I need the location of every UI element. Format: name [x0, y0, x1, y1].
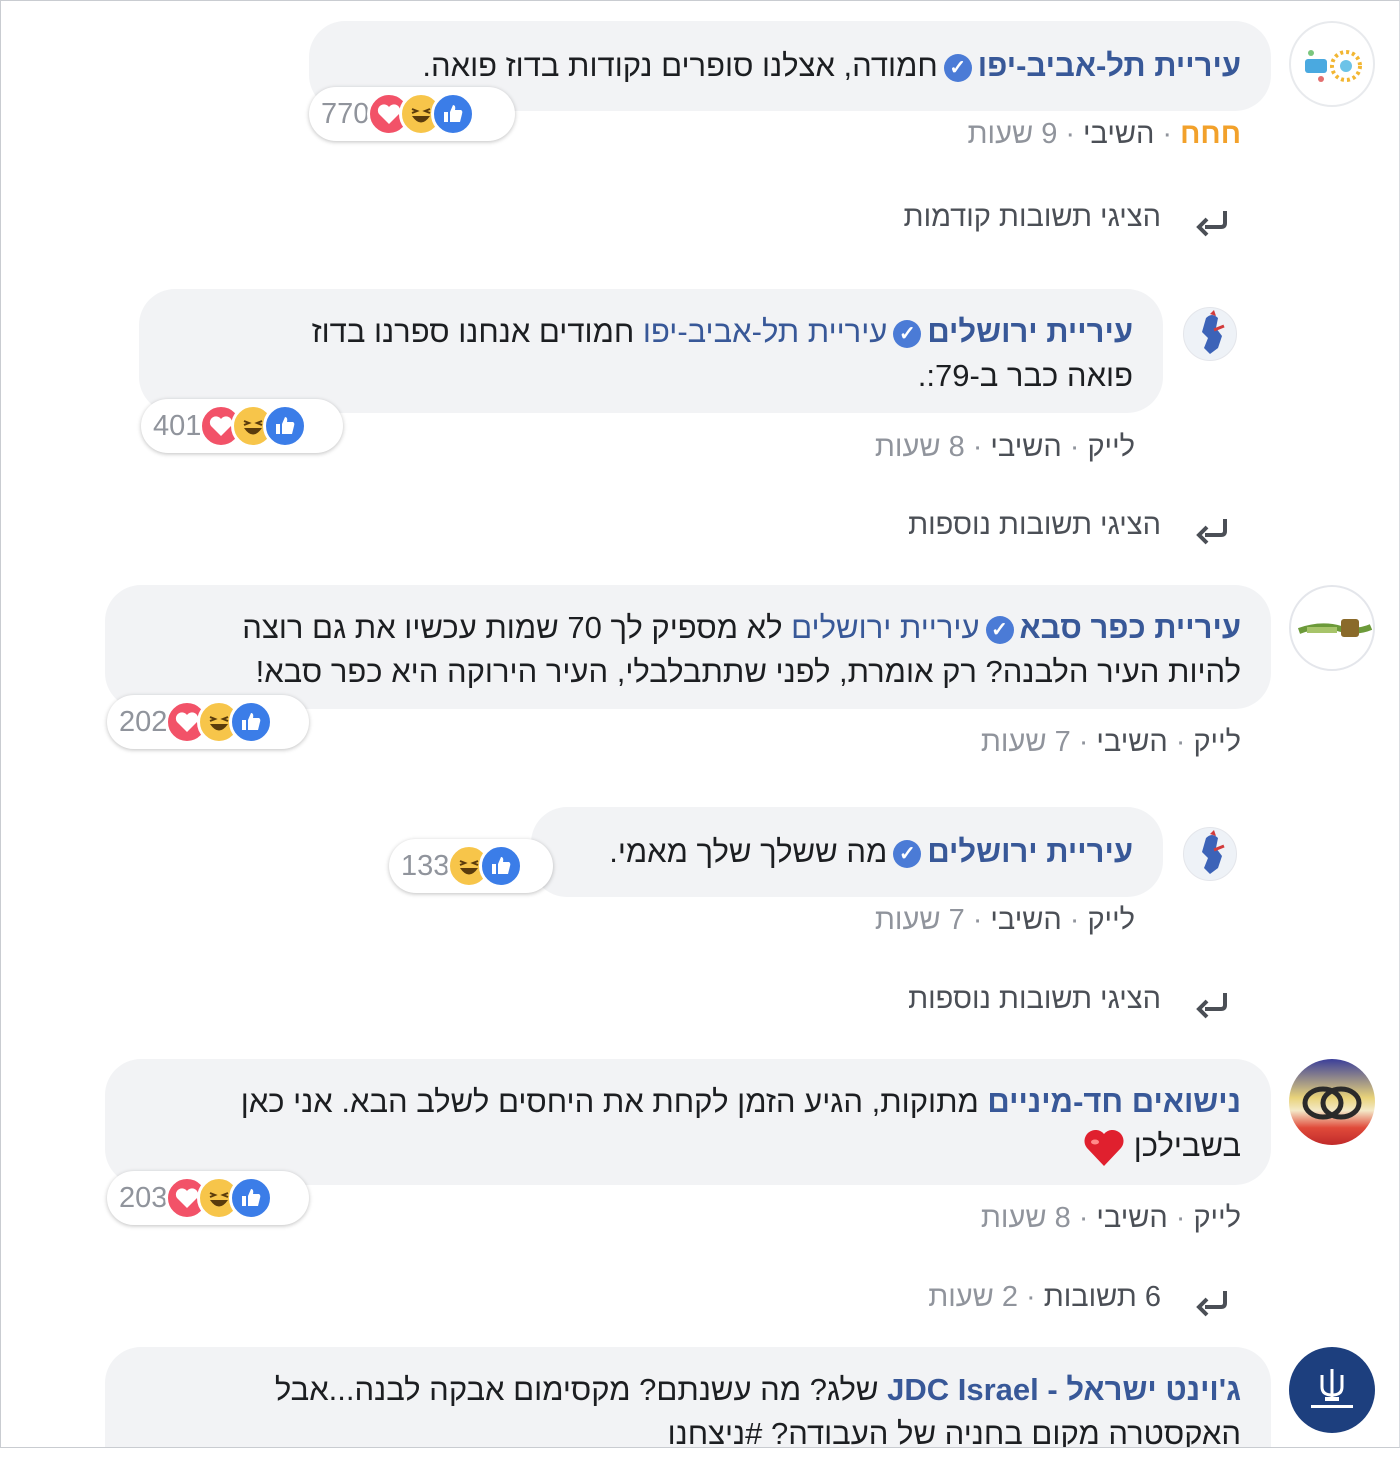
comment-author[interactable]: עיריית ירושלים [927, 314, 1133, 349]
comment-text-line-1: חמודים אנחנו ספרנו בדוז [311, 314, 635, 349]
comment-actions: לייק·השיבי·7 שעות [874, 904, 1135, 936]
replies-count[interactable]: 6 תשובות [1044, 1281, 1161, 1313]
verified-badge-icon: ✓ [893, 319, 922, 348]
mention-link[interactable]: עיריית תל-אביב-יפו [643, 314, 887, 349]
comment-text-line-2: בשבילכן [1133, 1128, 1241, 1163]
comment-author[interactable]: עיריית כפר סבא [1020, 610, 1242, 645]
avatar-kfar-saba[interactable] [1289, 585, 1375, 671]
like-reaction-icon [479, 844, 524, 888]
jerusalem-lion-icon [1202, 830, 1225, 874]
comment-author[interactable]: ג'וינט ישראל - JDC Israel [887, 1372, 1241, 1407]
mention-link[interactable]: עיריית ירושלים [791, 610, 979, 645]
comment-bubble: עיריית ירושלים✓מה ששלך שלך מאמי. [531, 807, 1163, 897]
avatar-tel-aviv[interactable] [1289, 21, 1375, 107]
jdc-menorah-icon [1311, 1369, 1353, 1408]
like-reaction-icon [263, 404, 308, 448]
comment-actions: לייק·השיבי·7 שעות [980, 726, 1241, 758]
red-heart-emoji-icon [1084, 1129, 1124, 1166]
timestamp[interactable]: 7 שעות [981, 726, 1071, 758]
reply-arrow-icon [1196, 211, 1227, 237]
comment-bubble: עיריית ירושלים✓עיריית תל-אביב-יפו חמודים… [139, 289, 1163, 413]
comment-bubble: עיריית כפר סבא✓עיריית ירושלים לא מספיק ל… [105, 585, 1271, 709]
avatar-same-sex-marriage[interactable] [1289, 1059, 1375, 1145]
comment-author[interactable]: עיריית תל-אביב-יפו [978, 48, 1241, 83]
reply-link[interactable]: השיבי [990, 431, 1061, 463]
reply-link[interactable]: השיבי [1096, 726, 1167, 758]
comment-text-line-1: שלג? מה עשנתם? מקסימום אבקה לבנה...אבל [274, 1372, 879, 1407]
comment-actions: חחח·השיבי·9 שעות [967, 118, 1241, 150]
comment-bubble: נישואים חד-מיניים מתוקות, הגיע הזמן לקחת… [105, 1059, 1271, 1185]
timestamp[interactable]: 8 שעות [875, 431, 965, 463]
reactions-summary[interactable]: 202 [107, 695, 309, 749]
timestamp[interactable]: 9 שעות [968, 118, 1058, 150]
reply-arrow-icon [1196, 519, 1227, 545]
view-previous-replies-link[interactable]: הציגי תשובות קודמות [904, 201, 1161, 234]
comment-actions: לייק·השיבי·8 שעות [980, 1202, 1241, 1234]
comment-author[interactable]: עיריית ירושלים [927, 834, 1133, 869]
reactions-summary[interactable]: 770 [309, 87, 515, 141]
comment-text-line-2: פואה כבר ב-79:. [917, 358, 1133, 393]
reply-arrow-icon [1196, 1291, 1227, 1317]
comment-text-line-1: לא מספיק לך 70 שמות עכשיו את גם רוצה [242, 610, 783, 645]
like-reaction-icon [431, 92, 476, 136]
reaction-count: 401 [153, 409, 202, 442]
like-link[interactable]: לייק [1193, 1202, 1241, 1234]
reaction-label[interactable]: חחח [1180, 118, 1241, 150]
kfar-saba-logo-icon [1297, 619, 1373, 637]
reaction-count: 203 [119, 1181, 168, 1214]
reply-link[interactable]: השיבי [990, 904, 1061, 936]
avatar-jerusalem[interactable] [1183, 827, 1237, 881]
reaction-count: 133 [401, 849, 450, 882]
reactions-summary[interactable]: 203 [107, 1171, 309, 1225]
like-link[interactable]: לייק [1087, 904, 1135, 936]
verified-badge-icon: ✓ [985, 615, 1014, 644]
reactions-summary[interactable]: 401 [141, 399, 343, 453]
comment-text: חמודה, אצלנו סופרים נקודות בדוז פואה. [422, 48, 938, 83]
reply-link[interactable]: השיבי [1083, 118, 1154, 150]
timestamp[interactable]: 7 שעות [875, 904, 965, 936]
avatar-jdc-israel[interactable] [1289, 1347, 1375, 1433]
comment-bubble: ג'וינט ישראל - JDC Israel שלג? מה עשנתם?… [105, 1347, 1271, 1448]
reaction-count: 202 [119, 705, 168, 738]
avatar-jerusalem[interactable] [1183, 307, 1237, 361]
tel-aviv-logo-icon [1305, 50, 1362, 82]
wedding-rings-icon [1302, 1086, 1362, 1120]
verified-badge-icon: ✓ [893, 839, 922, 868]
comment-author[interactable]: נישואים חד-מיניים [987, 1084, 1241, 1119]
like-reaction-icon [229, 700, 274, 744]
comment-text-line-1: מתוקות, הגיע הזמן לקחת את היחסים לשלב הב… [240, 1084, 979, 1119]
reply-arrow-icon [1196, 993, 1227, 1019]
replies-summary-link[interactable]: 6 תשובות·2 שעות [928, 1281, 1161, 1314]
comment-actions: לייק·השיבי·8 שעות [874, 431, 1135, 463]
view-more-replies-link[interactable]: הציגי תשובות נוספות [908, 983, 1161, 1016]
verified-badge-icon: ✓ [943, 53, 972, 82]
reply-link[interactable]: השיבי [1096, 1202, 1167, 1234]
comment-text: מה ששלך שלך מאמי. [609, 834, 888, 869]
replies-time: 2 שעות [928, 1281, 1019, 1313]
jerusalem-lion-icon [1202, 310, 1225, 354]
reactions-summary[interactable]: 133 [389, 839, 553, 893]
like-link[interactable]: לייק [1087, 431, 1135, 463]
like-link[interactable]: לייק [1193, 726, 1241, 758]
timestamp[interactable]: 8 שעות [981, 1202, 1071, 1234]
comments-thread: עיריית תל-אביב-יפו✓חמודה, אצלנו סופרים נ… [0, 0, 1400, 1448]
like-reaction-icon [229, 1176, 274, 1220]
comment-text-line-2: להיות העיר הלבנה? רק אומרת, לפני שתתבלבל… [255, 654, 1241, 689]
reaction-count: 770 [321, 97, 370, 130]
view-more-replies-link[interactable]: הציגי תשובות נוספות [908, 509, 1161, 542]
comment-text-line-2: האקסטרה מקום בחניה של העבודה? #ניצחנו [667, 1416, 1241, 1448]
